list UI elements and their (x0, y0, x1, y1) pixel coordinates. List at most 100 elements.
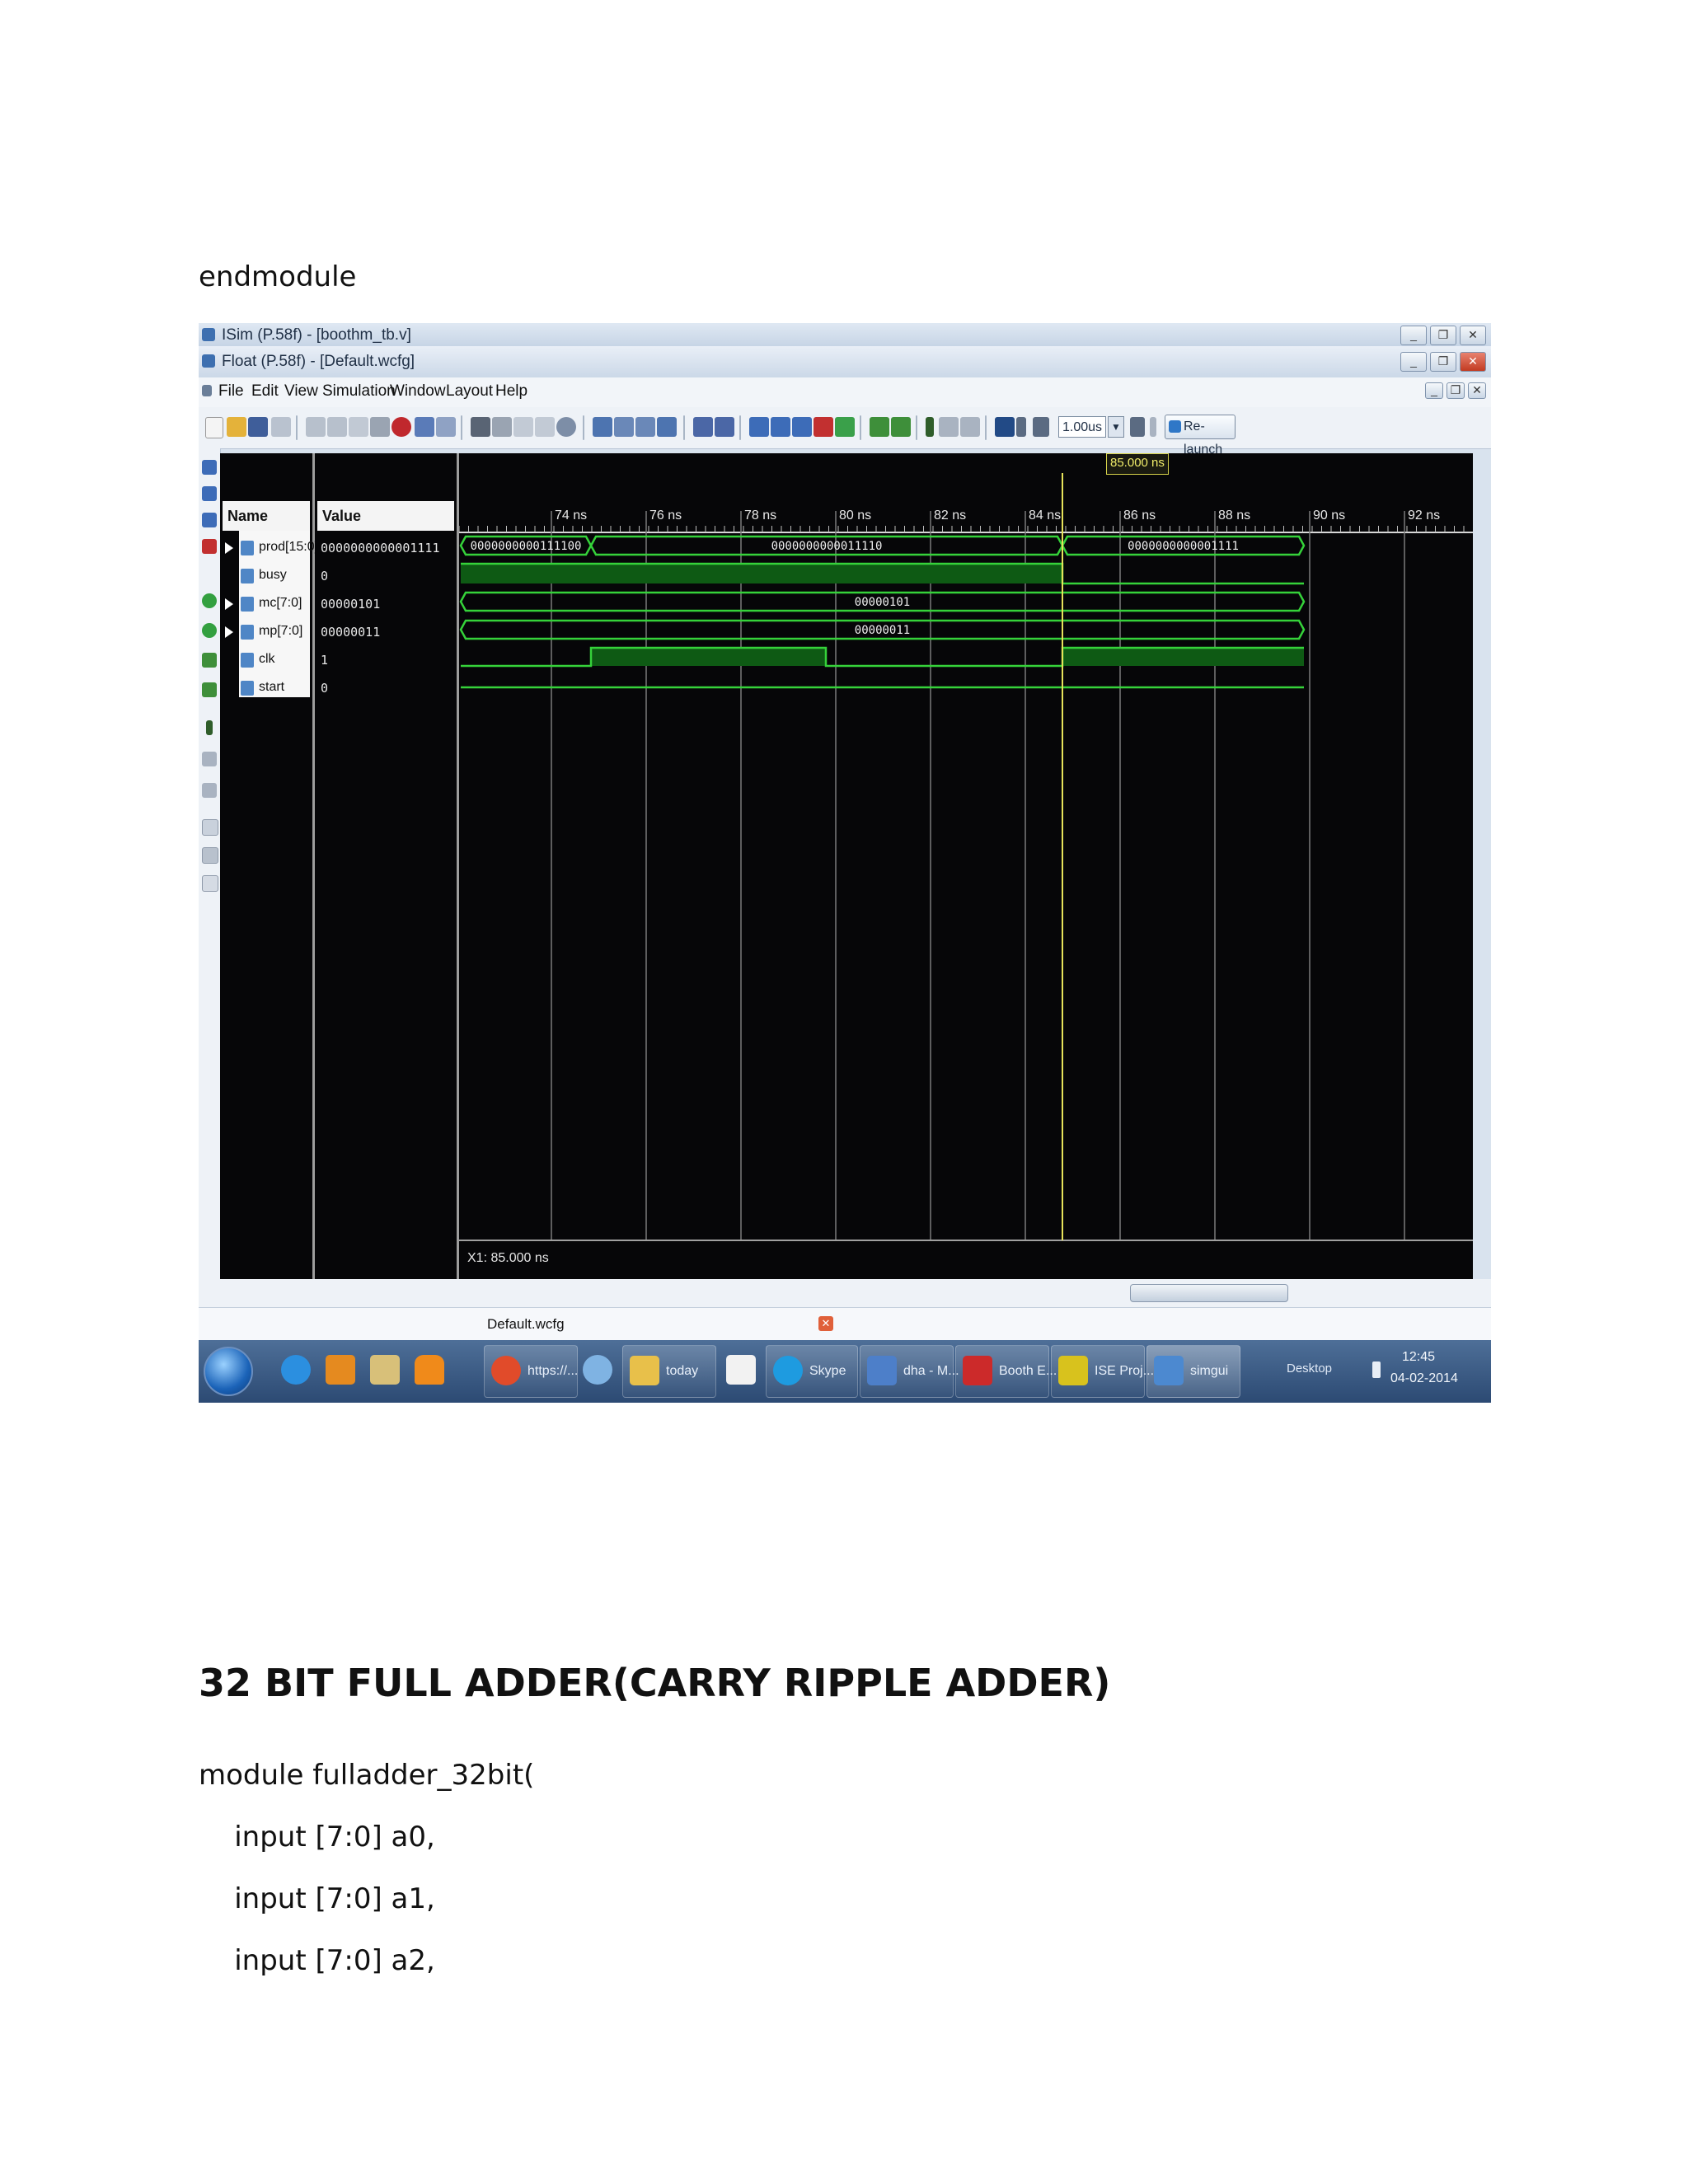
restart-icon[interactable] (995, 417, 1015, 437)
step-icon[interactable] (1130, 417, 1145, 437)
relaunch-button[interactable]: Re-launch (1165, 415, 1236, 457)
start-button[interactable] (204, 1347, 253, 1396)
signal-row-start[interactable]: start (220, 674, 311, 702)
find-next-icon[interactable] (492, 417, 512, 437)
toggle-icon[interactable] (202, 847, 218, 864)
step-over-icon[interactable] (939, 417, 959, 437)
calendar-icon[interactable] (723, 1345, 759, 1396)
pause-icon[interactable] (1150, 417, 1156, 437)
menu-window[interactable]: Window (390, 382, 446, 401)
signal-row-clk[interactable]: clk (220, 646, 311, 674)
pipe-icon[interactable] (535, 417, 555, 437)
tray-desktop-toolbar[interactable]: Desktop (1287, 1361, 1332, 1376)
media-player-icon[interactable] (322, 1345, 359, 1396)
stop-icon[interactable] (392, 417, 411, 437)
copy-icon[interactable] (327, 417, 347, 437)
zoom-out-icon[interactable] (771, 417, 790, 437)
app-icon[interactable] (579, 1345, 616, 1396)
paste-icon[interactable] (349, 417, 368, 437)
run-all-icon[interactable] (1016, 417, 1026, 437)
minimize-icon[interactable]: _ (1400, 352, 1427, 372)
marker-prev-icon[interactable] (870, 417, 889, 437)
taskbar-item-pdf[interactable]: Booth E... (955, 1345, 1057, 1398)
close-icon[interactable]: ✕ (1460, 326, 1486, 345)
ie-icon[interactable] (278, 1345, 314, 1396)
marker-next-icon[interactable] (891, 417, 911, 437)
layout-icon[interactable] (657, 417, 677, 437)
signal-row-busy[interactable]: busy (220, 562, 311, 590)
run-time-input[interactable]: 1.00us (1058, 416, 1106, 438)
delete-icon[interactable] (370, 417, 390, 437)
zoom-cursor-icon[interactable] (202, 539, 217, 554)
layout-icon[interactable] (593, 417, 612, 437)
menu-layout[interactable]: Layout (446, 382, 493, 401)
list-icon[interactable] (202, 875, 218, 892)
zoom-fit-icon[interactable] (792, 417, 812, 437)
taskbar-item-skype[interactable]: Skype (766, 1345, 858, 1398)
toggle-icon[interactable] (202, 819, 218, 836)
horizontal-scrollbar[interactable] (1130, 1284, 1288, 1302)
arrow-down-icon[interactable] (513, 417, 533, 437)
signal-row-prod[interactable]: prod[15:0] (220, 534, 318, 562)
clock-time[interactable]: 12:45 (1402, 1350, 1435, 1365)
undo-icon[interactable] (415, 417, 434, 437)
zoom-fit-icon[interactable] (202, 513, 217, 527)
restore-icon[interactable]: ❐ (1430, 326, 1456, 345)
battery-icon[interactable] (1372, 1361, 1381, 1378)
find-icon[interactable] (471, 417, 490, 437)
new-file-icon[interactable] (205, 417, 223, 438)
add-marker-icon[interactable] (202, 623, 217, 638)
vlc-icon[interactable] (411, 1345, 448, 1396)
folder-icon[interactable] (367, 1345, 403, 1396)
signal-row-mp[interactable]: mp[7:0] (220, 618, 311, 646)
name-column-header[interactable]: Name (223, 501, 310, 531)
minimize-icon[interactable]: _ (1425, 382, 1443, 399)
marker-prev-icon[interactable] (202, 653, 217, 668)
help-pointer-icon[interactable] (715, 417, 734, 437)
redo-icon[interactable] (436, 417, 456, 437)
clock-date[interactable]: 04-02-2014 (1390, 1371, 1458, 1386)
expand-arrow-icon[interactable] (225, 626, 233, 638)
step-over-icon[interactable] (202, 752, 217, 766)
menu-help[interactable]: Help (495, 382, 528, 401)
refresh-icon[interactable] (835, 417, 855, 437)
expand-arrow-icon[interactable] (225, 598, 233, 610)
value-column-header[interactable]: Value (317, 501, 454, 531)
layout-icon[interactable] (614, 417, 634, 437)
print-icon[interactable] (271, 417, 291, 437)
chevron-down-icon[interactable]: ▼ (1108, 416, 1124, 438)
close-icon[interactable]: ✕ (818, 1316, 833, 1331)
cut-icon[interactable] (306, 417, 326, 437)
taskbar-item-chrome[interactable]: https://... (484, 1345, 578, 1398)
wrench-icon[interactable] (693, 417, 713, 437)
expand-arrow-icon[interactable] (225, 542, 233, 554)
restore-icon[interactable]: ❐ (1447, 382, 1465, 399)
marker-next-icon[interactable] (202, 682, 217, 697)
restore-icon[interactable]: ❐ (1430, 352, 1456, 372)
waveform-canvas[interactable]: 74 ns 76 ns 78 ns 80 ns 82 ns 84 ns 86 ns 88 ns… (459, 453, 1473, 1279)
save-icon[interactable] (248, 417, 268, 437)
clock-icon[interactable] (556, 417, 576, 437)
step-back-icon[interactable] (960, 417, 980, 437)
open-folder-icon[interactable] (227, 417, 246, 437)
tab-default-wcfg[interactable]: Default.wcfg (487, 1316, 565, 1333)
step-icon[interactable] (926, 417, 934, 437)
signal-row-mc[interactable]: mc[7:0] (220, 590, 311, 618)
close-icon[interactable]: ✕ (1468, 382, 1486, 399)
zoom-cursor-icon[interactable] (814, 417, 833, 437)
layout-icon[interactable] (635, 417, 655, 437)
step-icon[interactable] (206, 720, 213, 735)
taskbar-item-word[interactable]: dha - M... (860, 1345, 959, 1398)
taskbar-item-today[interactable]: today (622, 1345, 716, 1398)
menu-view[interactable]: View (284, 382, 318, 401)
zoom-in-icon[interactable] (749, 417, 769, 437)
menu-simulation[interactable]: Simulation (322, 382, 396, 401)
add-marker-icon[interactable] (202, 593, 217, 608)
menu-file[interactable]: File (218, 382, 244, 401)
close-icon[interactable]: ✕ (1460, 352, 1486, 372)
minimize-icon[interactable]: _ (1400, 326, 1427, 345)
zoom-out-icon[interactable] (202, 486, 217, 501)
taskbar-item-simgui[interactable]: simgui (1146, 1345, 1240, 1398)
zoom-in-icon[interactable] (202, 460, 217, 475)
run-for-icon[interactable] (1033, 417, 1049, 437)
